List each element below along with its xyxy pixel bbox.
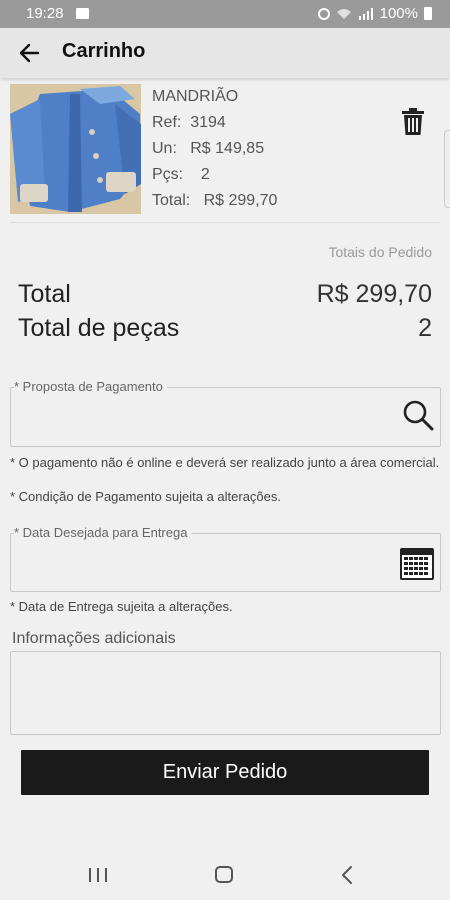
trash-icon[interactable] [401, 108, 425, 136]
search-icon[interactable] [401, 398, 435, 432]
product-unit-row: Un: R$ 149,85 [152, 136, 277, 162]
back-arrow-icon[interactable] [14, 38, 46, 68]
product-name: MANDRIÃO [152, 88, 239, 105]
order-total-value: R$ 299,70 [316, 280, 432, 308]
additional-info-label: Informações adicionais [12, 630, 176, 647]
recents-icon[interactable] [89, 868, 107, 882]
qty-value: 2 [200, 166, 210, 183]
scroll-indicator[interactable] [444, 130, 450, 208]
delivery-note: * Data de Entrega sujeita a alterações. [10, 599, 233, 614]
status-time: 19:28 [26, 5, 64, 22]
totals-caption: Totais do Pedido [328, 244, 432, 260]
product-qty-row: Pçs: 2 [152, 162, 277, 188]
calendar-icon[interactable] [399, 547, 435, 581]
home-icon[interactable] [215, 866, 233, 883]
ref-value: 3194 [190, 114, 226, 131]
image-notification-icon [76, 8, 89, 19]
page-title: Carrinho [62, 40, 146, 62]
payment-label: * Proposta de Pagamento [14, 379, 167, 394]
payment-field[interactable] [10, 387, 441, 447]
product-ref-row: Ref: 3194 [152, 110, 277, 136]
submit-order-button[interactable]: Enviar Pedido [21, 750, 429, 795]
status-icons: 100% [317, 5, 432, 22]
pieces-total-row: Total de peças 2 [18, 314, 432, 343]
unit-label: Un: [152, 140, 177, 157]
product-name-row: MANDRIÃO [152, 84, 277, 110]
product-total-row: Total: R$ 299,70 [152, 188, 277, 214]
divider [10, 222, 440, 223]
battery-percent: 100% [379, 5, 418, 22]
pieces-total-label: Total de peças [18, 314, 180, 342]
payment-note-online: * O pagamento não é online e deverá ser … [10, 455, 440, 470]
delivery-date-field[interactable] [10, 533, 441, 592]
pieces-total-value: 2 [418, 314, 432, 342]
wifi-icon [336, 8, 351, 19]
payment-note-condition: * Condição de Pagamento sujeita a altera… [10, 489, 282, 504]
sweater-image [10, 84, 141, 214]
qty-label: Pçs: [152, 166, 184, 183]
delivery-date-label: * Data Desejada para Entrega [14, 525, 192, 540]
system-nav-bar [0, 850, 450, 900]
status-bar: 19:28 100% [0, 0, 450, 28]
signal-icon [358, 7, 373, 20]
battery-icon [424, 7, 432, 20]
order-total-label: Total [18, 280, 71, 308]
item-total-label: Total: [152, 192, 191, 209]
product-details: MANDRIÃO Ref: 3194 Un: R$ 149,85 Pçs: 2 … [152, 84, 277, 214]
alarm-icon [317, 7, 330, 20]
app-bar: Carrinho [0, 28, 450, 78]
nav-back-icon[interactable] [340, 865, 354, 885]
unit-price: R$ 149,85 [190, 140, 265, 157]
ref-label: Ref: [152, 114, 182, 131]
order-total-row: Total R$ 299,70 [18, 280, 432, 309]
additional-info-textarea[interactable] [10, 651, 441, 735]
product-image[interactable] [10, 84, 141, 214]
item-total-value: R$ 299,70 [203, 192, 278, 209]
